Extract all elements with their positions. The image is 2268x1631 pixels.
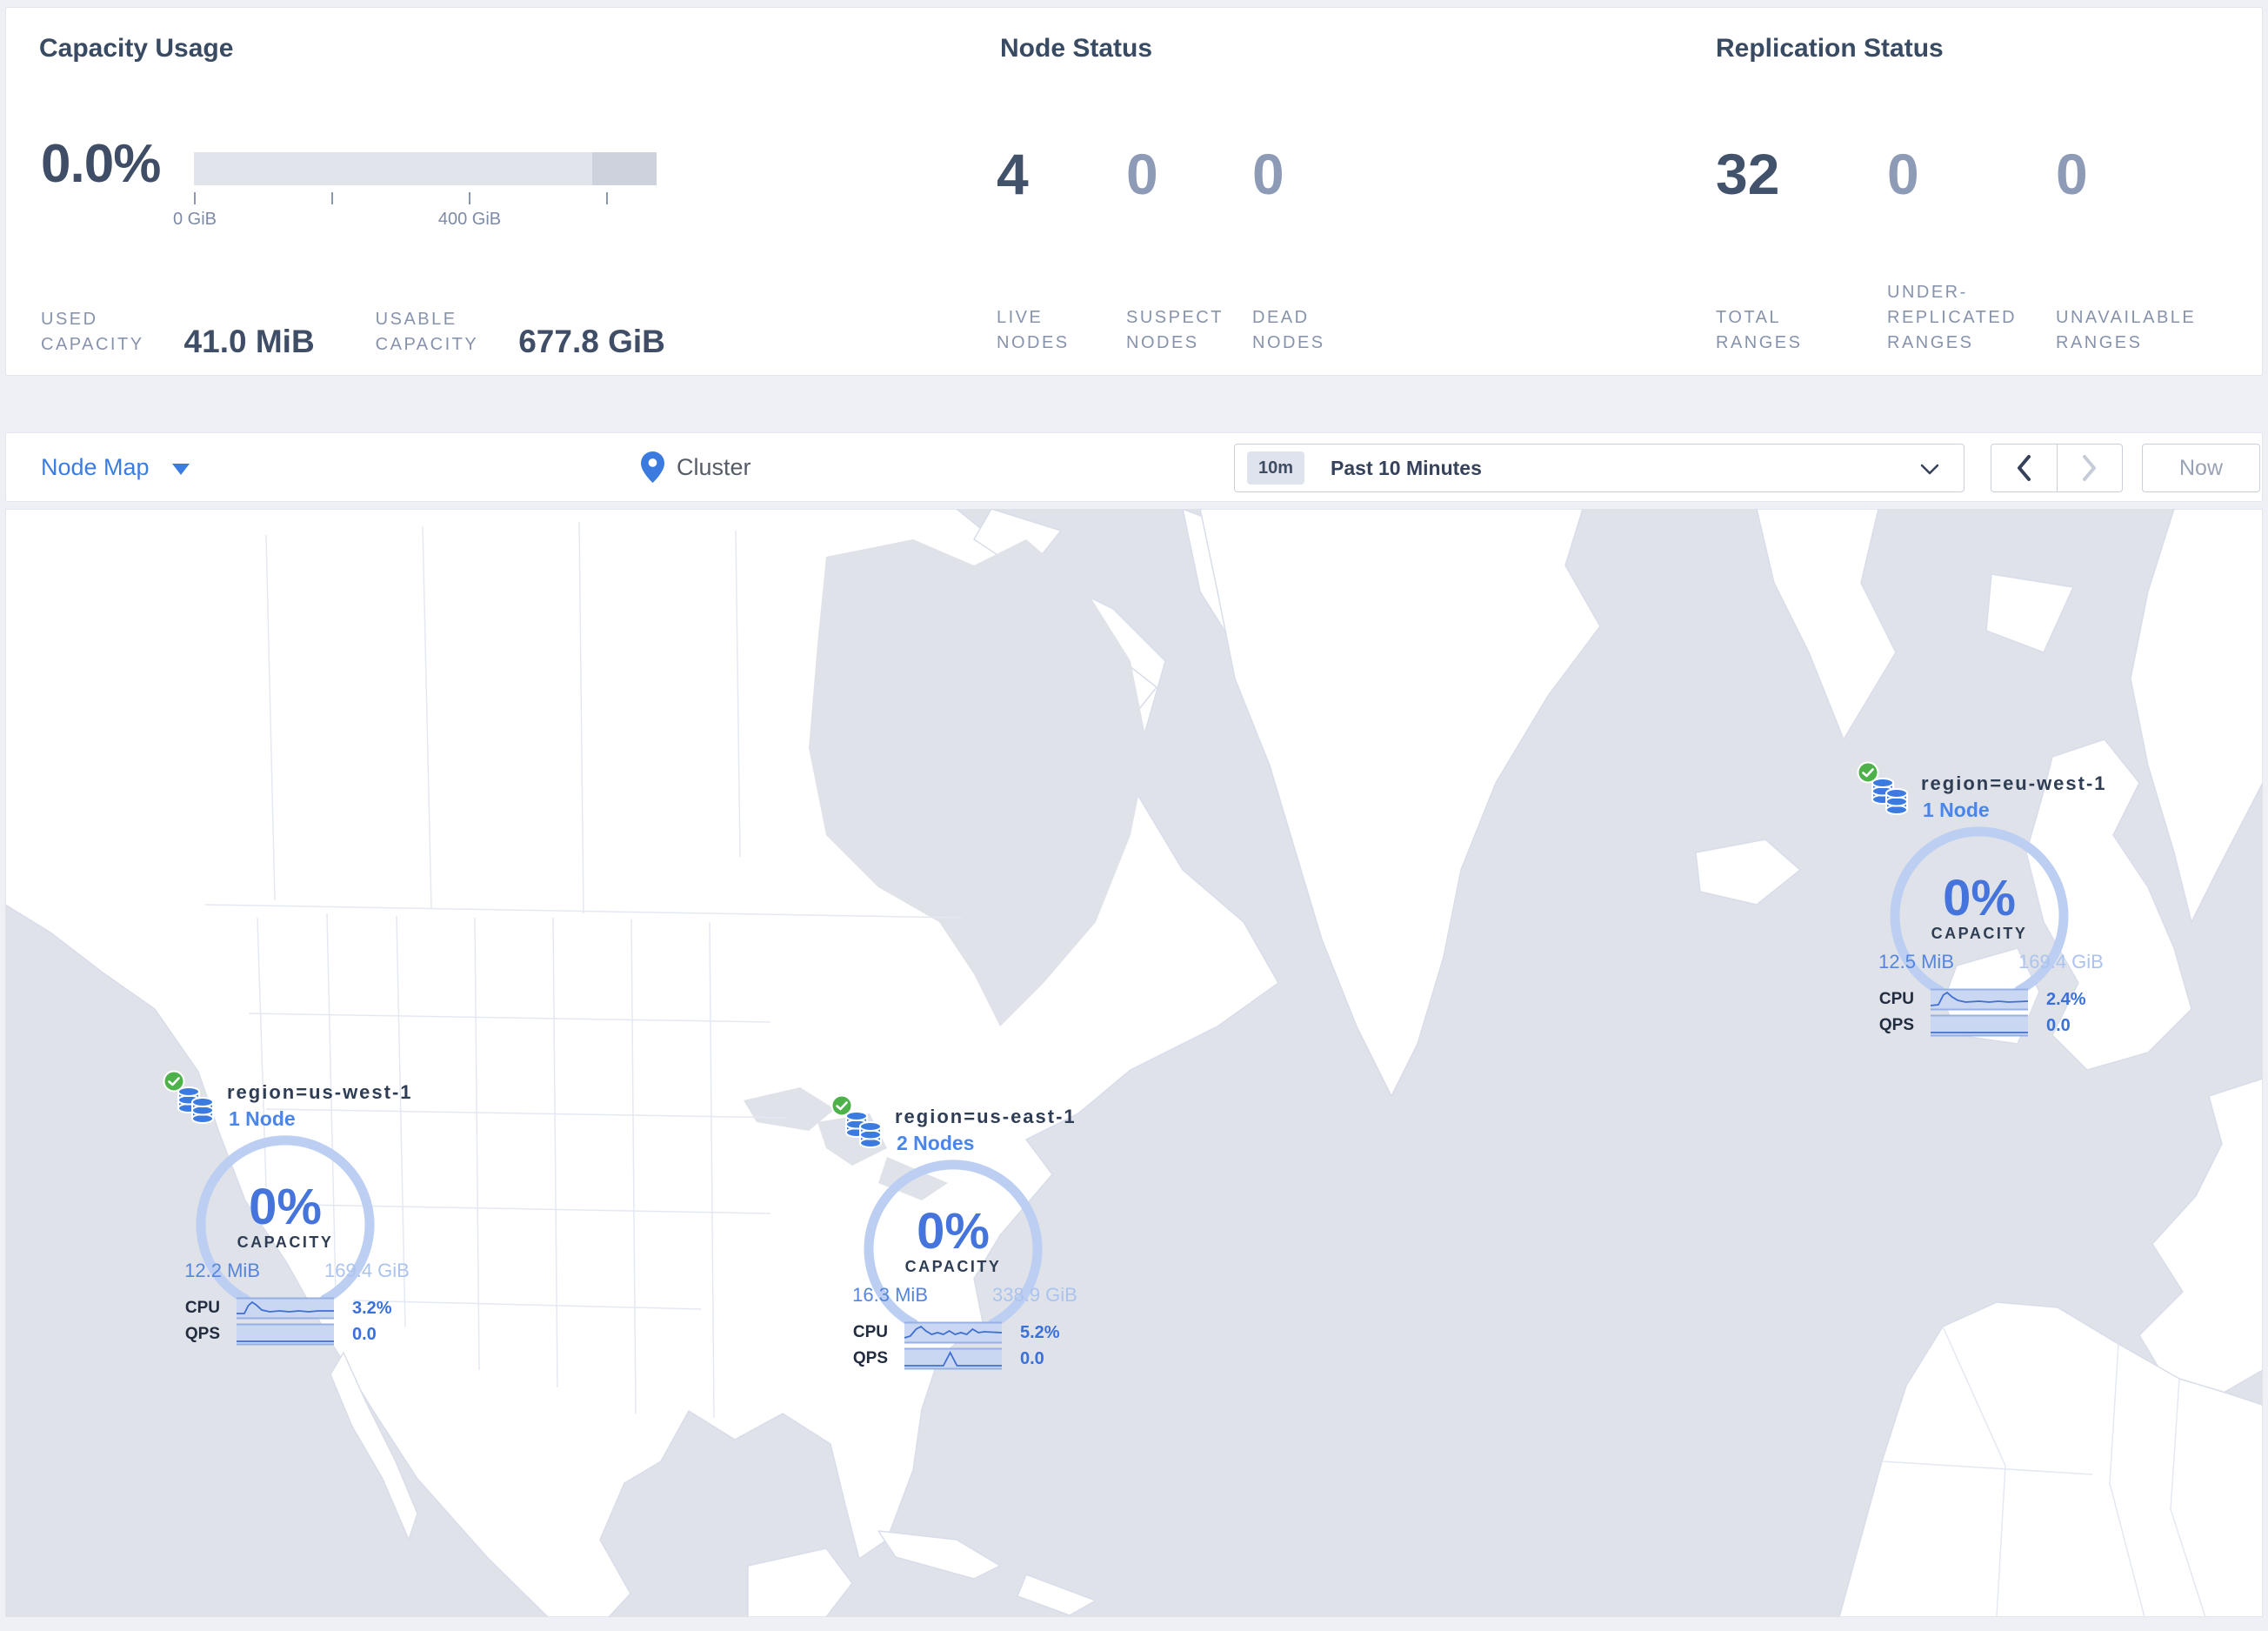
- capacity-percent: 0%: [917, 1203, 990, 1260]
- capacity-label: CAPACITY: [237, 1233, 334, 1251]
- time-step-control: [1991, 444, 2123, 492]
- live-nodes-count: 4: [997, 142, 1029, 206]
- region-marker-eu-west-1[interactable]: region=eu-west-1 1 Node 0% CAPACITY 12.5…: [1857, 761, 2144, 1048]
- node-status-title: Node Status: [1000, 34, 1153, 63]
- capacity-stats: USED CAPACITY 41.0 MiB USABLE CAPACITY 6…: [41, 307, 665, 359]
- cpu-value: 5.2%: [1020, 1322, 1060, 1342]
- cpu-value: 2.4%: [2046, 989, 2086, 1009]
- cpu-value: 3.2%: [352, 1298, 392, 1318]
- qps-value: 0.0: [352, 1324, 377, 1344]
- qps-value: 0.0: [1020, 1348, 1044, 1368]
- node-count-link[interactable]: 1 Node: [229, 1107, 296, 1131]
- view-selector-dropdown[interactable]: Node Map: [41, 433, 190, 501]
- capacity-usage-section: Capacity Usage 0.0% 0 GiB 400 GiB USED C…: [37, 8, 959, 375]
- view-selector-label: Node Map: [41, 453, 150, 480]
- node-status-section: Node Status 4 LIVE NODES 0 SUSPECT NODES…: [995, 8, 1604, 375]
- replication-status-section: Replication Status 32 TOTAL RANGES 0 UND…: [1711, 8, 2258, 375]
- cpu-sparkline: [237, 1297, 334, 1320]
- cpu-label: CPU: [184, 1299, 220, 1317]
- used-capacity-value: 41.0 MiB: [183, 324, 315, 359]
- usable-capacity: 338.9 GiB: [992, 1284, 1077, 1306]
- axis-tick: [194, 192, 196, 204]
- qps-value: 0.0: [2046, 1015, 2071, 1035]
- chevron-down-icon: [1920, 464, 1939, 475]
- qps-label: QPS: [184, 1325, 220, 1343]
- unavailable-ranges-count: 0: [2056, 142, 2088, 206]
- region-label: region=us-east-1: [895, 1106, 1077, 1127]
- axis-tick: [469, 192, 470, 204]
- usable-capacity: 169.4 GiB: [2018, 951, 2104, 973]
- capacity-bar-reserved: [592, 152, 657, 185]
- axis-tick: [606, 192, 608, 204]
- chevron-left-icon: [2018, 455, 2031, 481]
- qps-label: QPS: [1878, 1016, 1914, 1034]
- chevron-down-icon: [171, 463, 190, 475]
- capacity-bar-track: [194, 152, 657, 185]
- suspect-nodes-count: 0: [1126, 142, 1158, 206]
- used-capacity: 12.2 MiB: [184, 1260, 260, 1281]
- live-nodes-label: LIVE NODES: [997, 308, 1070, 352]
- breadcrumb-label: Cluster: [677, 453, 751, 480]
- replication-status-title: Replication Status: [1716, 34, 1944, 63]
- total-ranges-count: 32: [1716, 142, 1780, 206]
- region-marker-us-east-1[interactable]: region=us-east-1 2 Nodes 0% CAPACITY 16.…: [830, 1094, 1117, 1381]
- time-range-dropdown[interactable]: 10m Past 10 Minutes: [1234, 444, 1964, 492]
- used-capacity-label: USED CAPACITY: [41, 310, 144, 354]
- world-map: [5, 509, 2263, 1617]
- qps-sparkline: [1931, 1014, 2028, 1037]
- database-nodes-icon: [1869, 775, 1911, 819]
- node-count-link[interactable]: 1 Node: [1923, 799, 1990, 822]
- capacity-percent: 0%: [1943, 870, 2016, 926]
- region-label: region=eu-west-1: [1921, 772, 2107, 794]
- cpu-sparkline: [904, 1321, 1002, 1344]
- chevron-right-icon: [2082, 455, 2096, 481]
- suspect-nodes-label: SUSPECT NODES: [1126, 308, 1224, 352]
- time-back-button[interactable]: [1991, 445, 2057, 491]
- database-nodes-icon: [843, 1108, 884, 1152]
- dead-nodes-count: 0: [1252, 142, 1284, 206]
- map-pin-icon: [641, 451, 664, 483]
- time-forward-button[interactable]: [2056, 445, 2123, 491]
- cpu-sparkline: [1931, 988, 2028, 1011]
- cluster-summary-panel: Capacity Usage 0.0% 0 GiB 400 GiB USED C…: [5, 7, 2263, 376]
- region-marker-us-west-1[interactable]: region=us-west-1 1 Node 0% CAPACITY 12.2…: [163, 1070, 450, 1357]
- dead-nodes-label: DEAD NODES: [1252, 308, 1325, 352]
- qps-sparkline: [904, 1347, 1002, 1370]
- time-range-label: Past 10 Minutes: [1331, 456, 1482, 479]
- usable-capacity: 169.4 GiB: [324, 1260, 410, 1281]
- usable-capacity-value: 677.8 GiB: [518, 324, 665, 359]
- node-map[interactable]: region=us-west-1 1 Node 0% CAPACITY 12.2…: [5, 509, 2263, 1617]
- database-nodes-icon: [175, 1084, 217, 1127]
- cpu-label: CPU: [1878, 990, 1914, 1008]
- capacity-percent: 0%: [249, 1179, 322, 1235]
- node-count-link[interactable]: 2 Nodes: [897, 1132, 974, 1155]
- now-button[interactable]: Now: [2142, 444, 2260, 492]
- axis-label: 400 GiB: [437, 210, 502, 229]
- capacity-percent: 0.0%: [41, 134, 161, 194]
- breadcrumb[interactable]: Cluster: [641, 433, 751, 501]
- total-ranges-label: TOTAL RANGES: [1716, 308, 1803, 352]
- capacity-label: CAPACITY: [904, 1258, 1002, 1275]
- capacity-bar: 0 GiB 400 GiB: [173, 152, 657, 248]
- usable-capacity-label: USABLE CAPACITY: [375, 310, 479, 354]
- cpu-label: CPU: [852, 1323, 888, 1341]
- under-replicated-label: UNDER- REPLICATED RANGES: [1887, 283, 2018, 352]
- qps-sparkline: [237, 1323, 334, 1346]
- map-toolbar: Node Map Cluster 10m Past 10 Minutes Now: [5, 432, 2263, 502]
- used-capacity: 16.3 MiB: [852, 1284, 928, 1306]
- used-capacity: 12.5 MiB: [1878, 951, 1954, 973]
- axis-tick: [331, 192, 333, 204]
- capacity-label: CAPACITY: [1931, 925, 2028, 942]
- under-replicated-count: 0: [1887, 142, 1919, 206]
- capacity-usage-title: Capacity Usage: [39, 34, 234, 63]
- region-label: region=us-west-1: [227, 1081, 413, 1103]
- unavailable-ranges-label: UNAVAILABLE RANGES: [2056, 308, 2197, 352]
- time-range-badge: 10m: [1247, 451, 1305, 485]
- axis-label: 0 GiB: [172, 210, 217, 229]
- qps-label: QPS: [852, 1349, 888, 1367]
